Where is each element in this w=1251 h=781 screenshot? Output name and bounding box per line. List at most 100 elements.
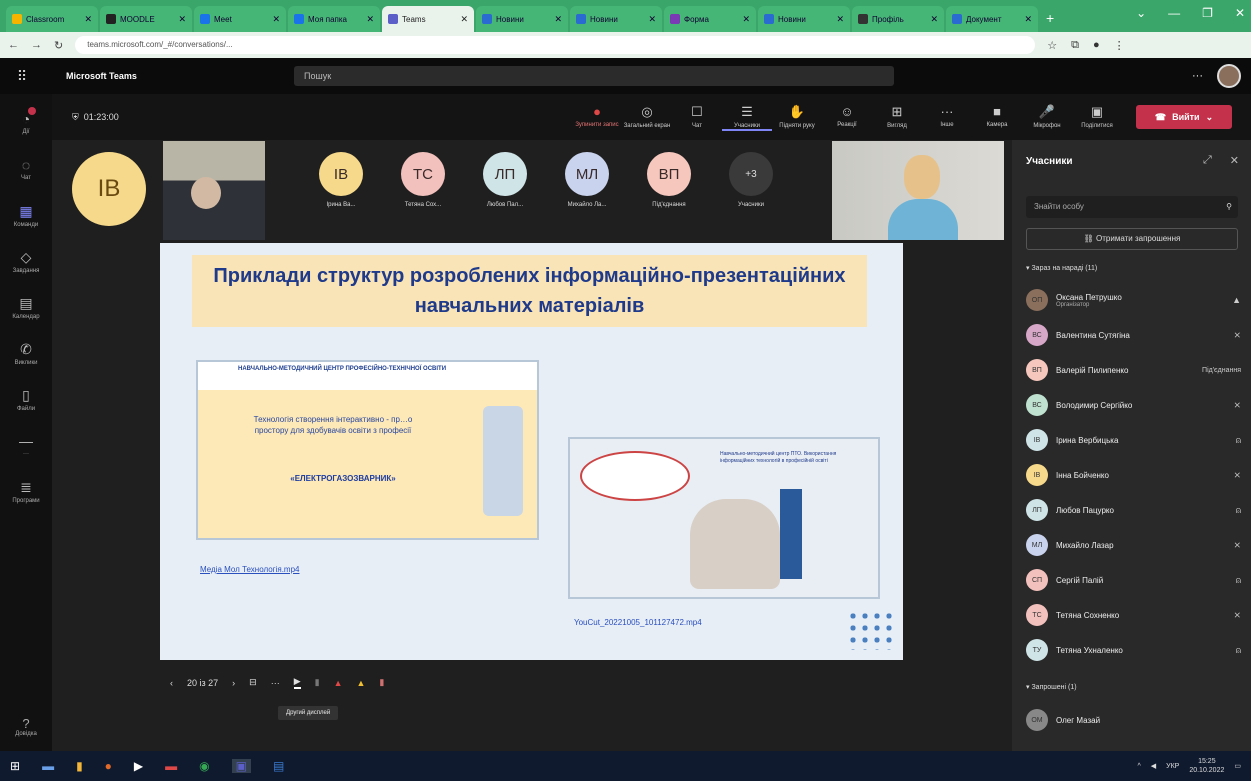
- teams-taskbar-icon[interactable]: ▣: [231, 759, 251, 773]
- chrome-icon[interactable]: ◉: [199, 759, 209, 773]
- participant-tile[interactable]: TC Тетяна Сох...: [382, 152, 464, 208]
- back-icon[interactable]: ←: [8, 39, 19, 51]
- toolbar-button[interactable]: ✋ Підняти руку: [772, 104, 822, 131]
- help-button[interactable]: ? Довідка: [0, 716, 52, 737]
- close-icon[interactable]: ✕: [1230, 154, 1239, 167]
- pen-icon[interactable]: ▮: [315, 677, 320, 688]
- browser-tab[interactable]: Форма ✕: [664, 6, 756, 32]
- close-tab-icon[interactable]: ✕: [178, 14, 186, 25]
- share-invite-button[interactable]: ⛓ Отримати запрошення: [1026, 228, 1238, 250]
- participant-tile[interactable]: МЛ Михайло Ла...: [546, 152, 628, 208]
- rail-item[interactable]: ≣ Програми: [0, 470, 52, 512]
- participant-row[interactable]: СП Сергій Палій ⍝: [1026, 566, 1241, 594]
- rail-item[interactable]: ◇ Завдання: [0, 240, 52, 282]
- participant-row[interactable]: ОП Оксана Петрушко Організатор ▲: [1026, 286, 1241, 314]
- media-player-icon[interactable]: ▶: [134, 759, 143, 773]
- start-icon[interactable]: ⊞: [10, 759, 20, 773]
- participant-tile[interactable]: IB Ірина Ва...: [300, 152, 382, 208]
- close-tab-icon[interactable]: ✕: [84, 14, 92, 25]
- pdf-icon[interactable]: ▬: [165, 759, 177, 773]
- rail-item[interactable]: — ···: [0, 424, 52, 466]
- leave-button[interactable]: ☎ Вийти ⌄: [1136, 105, 1232, 129]
- browser-tab[interactable]: MOODLE ✕: [100, 6, 192, 32]
- language-indicator[interactable]: УКР: [1166, 763, 1179, 770]
- more-icon[interactable]: ···: [271, 678, 280, 688]
- participant-row[interactable]: IB Ірина Вербицька ⍝: [1026, 426, 1241, 454]
- video-tile-woman[interactable]: [832, 141, 1004, 240]
- participant-search-input[interactable]: Знайти особу ⚲: [1026, 196, 1238, 218]
- participant-row[interactable]: ОМ Олег Мазай: [1026, 706, 1241, 734]
- rail-item[interactable]: ◔ Дії: [0, 102, 52, 144]
- section-in-meeting[interactable]: ▾ Зараз на нараді (11): [1026, 264, 1097, 272]
- browser-tab[interactable]: Classroom ✕: [6, 6, 98, 32]
- browser-tab[interactable]: Новини ✕: [758, 6, 850, 32]
- reload-icon[interactable]: ↻: [54, 39, 63, 52]
- prev-slide-button[interactable]: ‹: [170, 678, 173, 688]
- toolbar-button[interactable]: ☐ Чат: [672, 104, 722, 131]
- laser-pointer-icon[interactable]: ▶: [293, 676, 301, 689]
- browser-tab[interactable]: Новини ✕: [570, 6, 662, 32]
- rail-item[interactable]: ◌ Чат: [0, 148, 52, 190]
- participant-row[interactable]: ВС Валентина Сутягіна ⨯: [1026, 321, 1241, 349]
- eraser-icon[interactable]: ▮: [379, 677, 384, 688]
- video-tile-man[interactable]: [163, 141, 265, 240]
- popout-icon[interactable]: ⤢: [1203, 154, 1212, 167]
- close-tab-icon[interactable]: ✕: [554, 14, 562, 25]
- rail-item[interactable]: ✆ Виклики: [0, 332, 52, 374]
- toolbar-button[interactable]: ● Зупинити запис: [572, 104, 622, 131]
- window-control-icon[interactable]: ⌄: [1136, 6, 1146, 20]
- browser-tab[interactable]: Документ ✕: [946, 6, 1038, 32]
- app-launcher-icon[interactable]: ⠿: [0, 68, 44, 85]
- close-tab-icon[interactable]: ✕: [836, 14, 844, 25]
- close-tab-icon[interactable]: ✕: [648, 14, 656, 25]
- clock[interactable]: 15:25 20.10.2022: [1189, 757, 1224, 775]
- rail-item[interactable]: ▦ Команди: [0, 194, 52, 236]
- chevron-down-icon[interactable]: ⌄: [1206, 112, 1214, 123]
- grid-view-icon[interactable]: ⊟: [249, 677, 257, 688]
- participant-row[interactable]: ТС Тетяна Сохненко ⨯: [1026, 601, 1241, 629]
- word-icon[interactable]: ▤: [273, 759, 284, 773]
- toolbar-button[interactable]: ⊞ Вигляд: [872, 104, 922, 131]
- participant-row[interactable]: МЛ Михайло Лазар ⨯: [1026, 531, 1241, 559]
- section-invited[interactable]: ▾ Запрошені (1): [1026, 683, 1077, 691]
- task-view-icon[interactable]: ▬: [42, 759, 54, 773]
- toolbar-button[interactable]: ☰ Учасники: [722, 104, 772, 131]
- toolbar-button[interactable]: ··· Інше: [922, 104, 972, 131]
- next-slide-button[interactable]: ›: [232, 678, 235, 688]
- participant-tile[interactable]: ЛП Любов Пал...: [464, 152, 546, 208]
- close-tab-icon[interactable]: ✕: [460, 14, 468, 25]
- toolbar-button[interactable]: ▣ Поділитися: [1072, 104, 1122, 131]
- search-input[interactable]: Пошук: [294, 66, 894, 86]
- browser-tab[interactable]: Моя папка ✕: [288, 6, 380, 32]
- yandex-icon[interactable]: ●: [105, 759, 112, 773]
- extensions-icon[interactable]: ⧉: [1071, 39, 1079, 52]
- explorer-icon[interactable]: ▮: [76, 759, 83, 773]
- close-tab-icon[interactable]: ✕: [366, 14, 374, 25]
- notifications-icon[interactable]: ▭: [1234, 762, 1241, 770]
- browser-tab[interactable]: Новини ✕: [476, 6, 568, 32]
- new-tab-icon[interactable]: +: [1046, 10, 1054, 26]
- close-tab-icon[interactable]: ✕: [930, 14, 938, 25]
- volume-icon[interactable]: ◀: [1151, 762, 1156, 770]
- participant-row[interactable]: IB Інна Бойченко ⨯: [1026, 461, 1241, 489]
- toolbar-button[interactable]: ☺ Реакції: [822, 104, 872, 131]
- toolbar-button[interactable]: ◎ Загальний екран: [622, 104, 672, 131]
- browser-tab[interactable]: Teams ✕: [382, 6, 474, 32]
- profile-icon[interactable]: ●: [1093, 39, 1100, 52]
- participant-tile[interactable]: +3 Учасники: [710, 152, 792, 208]
- window-control-icon[interactable]: —: [1168, 6, 1180, 20]
- avatar[interactable]: [1217, 64, 1241, 88]
- rail-item[interactable]: ▤ Календар: [0, 286, 52, 328]
- close-tab-icon[interactable]: ✕: [272, 14, 280, 25]
- url-field[interactable]: teams.microsoft.com/_#/conversations/...: [75, 36, 1036, 54]
- red-pen-icon[interactable]: ▲: [334, 678, 343, 688]
- participant-row[interactable]: ЛП Любов Пацурко ⍝: [1026, 496, 1241, 524]
- browser-menu-icon[interactable]: ⋮: [1114, 39, 1125, 52]
- browser-tab[interactable]: Meet ✕: [194, 6, 286, 32]
- star-icon[interactable]: ☆: [1047, 39, 1057, 52]
- browser-tab[interactable]: Профіль ✕: [852, 6, 944, 32]
- close-tab-icon[interactable]: ✕: [1024, 14, 1032, 25]
- participant-row[interactable]: ТУ Тетяна Ухналенко ⍝: [1026, 636, 1241, 664]
- close-tab-icon[interactable]: ✕: [742, 14, 750, 25]
- toolbar-button[interactable]: ■ Камера: [972, 104, 1022, 131]
